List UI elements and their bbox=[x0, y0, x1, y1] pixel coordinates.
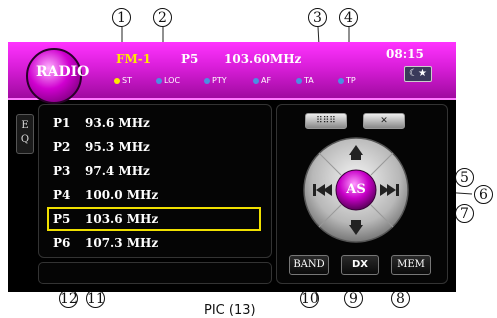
figure-caption: PIC (13) bbox=[204, 303, 256, 318]
preset-row[interactable]: P3 97.4 MHz bbox=[47, 159, 261, 183]
preset-row[interactable]: P2 95.3 MHz bbox=[47, 135, 261, 159]
callout-3: 3 bbox=[308, 8, 327, 27]
status-dot-icon bbox=[253, 77, 259, 84]
rds-info-bar bbox=[38, 262, 272, 284]
keypad-icon: ⠿⠿⠿ bbox=[316, 116, 336, 126]
eq-tab[interactable]: E Q bbox=[16, 114, 34, 154]
preset-row-selected[interactable]: P5 103.6 MHz bbox=[47, 207, 261, 231]
preset-list: P1 93.6 MHz P2 95.3 MHz P3 97.4 MHz P4 1… bbox=[38, 104, 272, 258]
status-dot-icon bbox=[338, 77, 344, 84]
status-tp: TP bbox=[338, 76, 356, 85]
eq-label-e: E bbox=[21, 120, 29, 131]
preset-number: P1 bbox=[53, 116, 71, 130]
band-indicator: FM-1 bbox=[116, 52, 152, 66]
preset-frequency: 93.6 MHz bbox=[85, 116, 150, 130]
clock: 08:15 bbox=[386, 47, 424, 61]
callout-2: 2 bbox=[153, 8, 172, 27]
status-dot-icon bbox=[114, 77, 120, 84]
radio-screen: RADIO FM-1 P5 103.60MHz 08:15 ☾★ ST LOC … bbox=[8, 42, 456, 292]
preset-number: P3 bbox=[53, 164, 71, 178]
preset-row[interactable]: P1 93.6 MHz bbox=[47, 111, 261, 135]
band-button[interactable]: BAND bbox=[289, 255, 329, 275]
tools-icon: ✕ bbox=[380, 116, 388, 126]
status-loc: LOC bbox=[156, 76, 180, 85]
preset-number: P4 bbox=[53, 188, 71, 202]
callout-7: 7 bbox=[455, 204, 474, 223]
status-dot-icon bbox=[296, 77, 302, 84]
preset-row[interactable]: P4 100.0 MHz bbox=[47, 183, 261, 207]
top-status-bar: RADIO FM-1 P5 103.60MHz 08:15 ☾★ ST LOC … bbox=[8, 42, 456, 104]
preset-frequency: 97.4 MHz bbox=[85, 164, 150, 178]
callout-6: 6 bbox=[474, 185, 493, 204]
preset-frequency: 100.0 MHz bbox=[85, 188, 159, 202]
current-preset: P5 bbox=[181, 52, 199, 66]
status-st: ST bbox=[114, 76, 132, 85]
status-dot-icon bbox=[156, 77, 162, 84]
current-frequency: 103.60MHz bbox=[224, 52, 302, 66]
night-mode-icon[interactable]: ☾★ bbox=[404, 66, 432, 82]
radio-mode-label: RADIO bbox=[36, 64, 90, 80]
status-ta: TA bbox=[296, 76, 314, 85]
preset-number: P2 bbox=[53, 140, 71, 154]
preset-number: P6 bbox=[53, 236, 71, 250]
auto-store-label: AS bbox=[346, 182, 366, 197]
preset-frequency: 103.6 MHz bbox=[85, 212, 159, 226]
callout-5: 5 bbox=[455, 168, 474, 187]
status-pty: PTY bbox=[204, 76, 227, 85]
eq-label-q: Q bbox=[20, 134, 30, 145]
preset-frequency: 95.3 MHz bbox=[85, 140, 150, 154]
keypad-button[interactable]: ⠿⠿⠿ bbox=[305, 113, 347, 129]
dx-icon: DX bbox=[351, 259, 368, 270]
dx-button[interactable]: DX bbox=[341, 255, 379, 275]
mem-button[interactable]: MEM bbox=[391, 255, 431, 275]
preset-number: P5 bbox=[53, 212, 71, 226]
control-panel: ⠿⠿⠿ ✕ AS BAND DX MEM bbox=[276, 104, 448, 284]
status-af: AF bbox=[253, 76, 271, 85]
status-dot-icon bbox=[204, 77, 210, 84]
preset-frequency: 107.3 MHz bbox=[85, 236, 159, 250]
settings-button[interactable]: ✕ bbox=[363, 113, 405, 129]
preset-row[interactable]: P6 107.3 MHz bbox=[47, 231, 261, 255]
callout-4: 4 bbox=[339, 8, 358, 27]
callout-1: 1 bbox=[112, 8, 131, 27]
